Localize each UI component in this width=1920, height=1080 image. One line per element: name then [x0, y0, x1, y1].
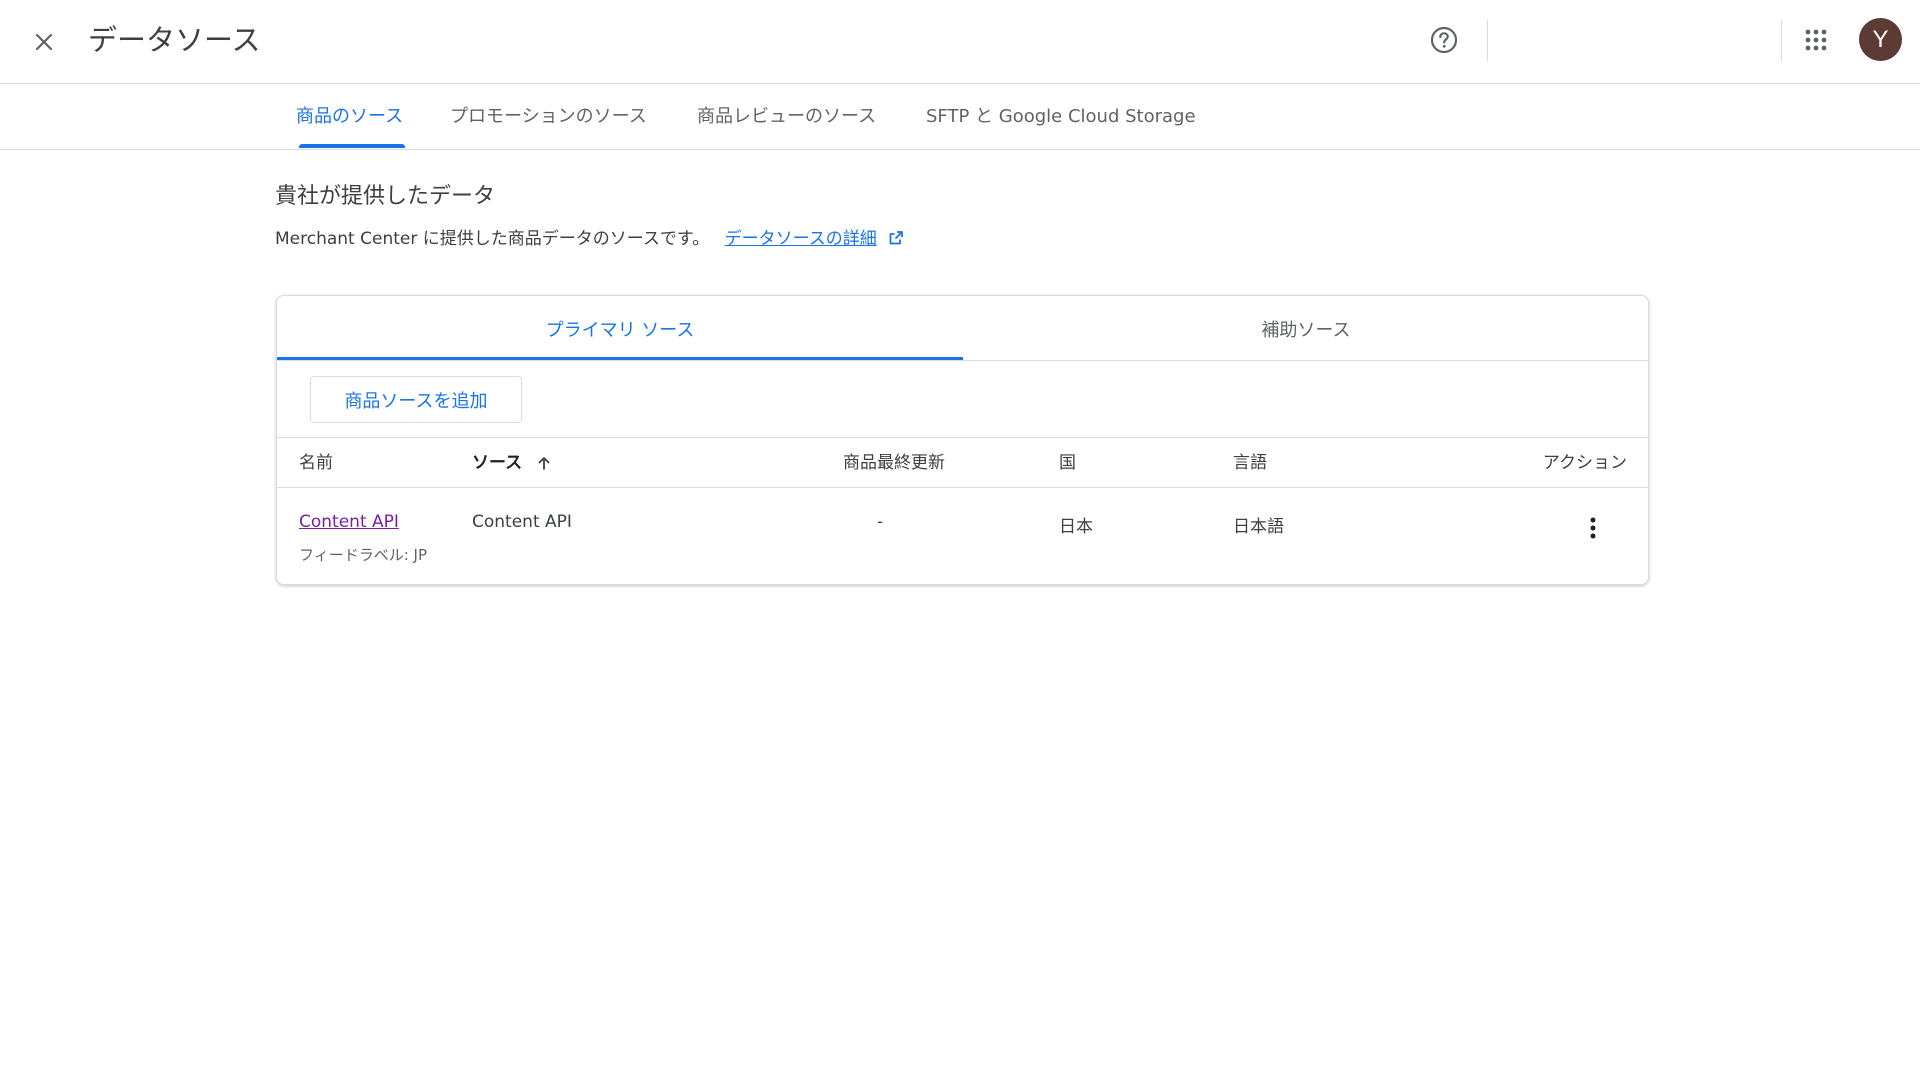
tab-primary-sources[interactable]: プライマリ ソース [277, 296, 963, 361]
header-divider [1781, 20, 1782, 62]
help-icon [1430, 26, 1458, 54]
data-source-details-link[interactable]: データソースの詳細 [725, 229, 877, 249]
column-header-language[interactable]: 言語 [1233, 438, 1267, 488]
row-actions-button[interactable] [1573, 508, 1613, 548]
card-tabs: プライマリ ソース 補助ソース [277, 296, 1648, 361]
column-header-name[interactable]: 名前 [299, 438, 333, 488]
table-row: Content API フィードラベル: JP Content API - 日本… [277, 488, 1648, 584]
column-header-country[interactable]: 国 [1059, 438, 1076, 488]
row-country: 日本 [1059, 517, 1093, 537]
column-header-products[interactable]: 商品 [797, 438, 877, 488]
row-language: 日本語 [1233, 517, 1284, 537]
sources-card: プライマリ ソース 補助ソース 商品ソースを追加 名前 ソース 商品 最終更新 … [276, 295, 1649, 585]
external-link-icon [889, 231, 904, 245]
header-divider [1487, 20, 1488, 62]
column-header-last-updated[interactable]: 最終更新 [877, 438, 945, 488]
column-header-actions: アクション [1542, 453, 1627, 473]
section-heading: 貴社が提供したデータ [275, 184, 496, 209]
row-source: Content API [472, 512, 572, 532]
link-label: データソースの詳細 [724, 229, 877, 249]
tab-promotion-sources[interactable]: プロモーションのソース [450, 84, 647, 150]
source-name-link[interactable]: Content API [299, 512, 399, 532]
tab-supplemental-sources[interactable]: 補助ソース [963, 296, 1648, 361]
row-feed-label: フィードラベル: JP [299, 546, 427, 564]
tab-sftp-gcs[interactable]: SFTP と Google Cloud Storage [926, 84, 1196, 150]
active-tab-indicator [299, 144, 405, 148]
close-button[interactable] [22, 20, 66, 64]
column-header-source-label: ソース [472, 453, 523, 473]
section-description: Merchant Center に提供した商品データのソースです。 データソース… [275, 224, 904, 249]
sort-arrow-up-icon [538, 457, 550, 470]
add-product-source-button[interactable]: 商品ソースを追加 [310, 376, 522, 423]
row-last-updated: - [877, 512, 884, 532]
top-tabs: 商品のソース プロモーションのソース 商品レビューのソース SFTP と Goo… [0, 84, 1920, 150]
more-vert-icon [1590, 517, 1596, 539]
apps-button[interactable] [1794, 18, 1838, 62]
help-button[interactable] [1422, 18, 1466, 62]
page-title: データソース [88, 23, 261, 57]
row-name: Content API [299, 512, 399, 532]
avatar[interactable]: Y [1859, 18, 1902, 61]
column-header-source[interactable]: ソース [472, 438, 552, 488]
tab-product-sources[interactable]: 商品のソース [296, 84, 403, 150]
table-header: 名前 ソース 商品 最終更新 国 言語 アクション [277, 437, 1648, 488]
apps-grid-icon [1805, 29, 1827, 51]
description-text: Merchant Center に提供した商品データのソースです。 [275, 229, 710, 249]
app-header: データソース Y [0, 0, 1920, 84]
close-icon [35, 33, 53, 51]
tab-product-review-sources[interactable]: 商品レビューのソース [697, 84, 876, 150]
active-card-tab-indicator [277, 357, 963, 360]
